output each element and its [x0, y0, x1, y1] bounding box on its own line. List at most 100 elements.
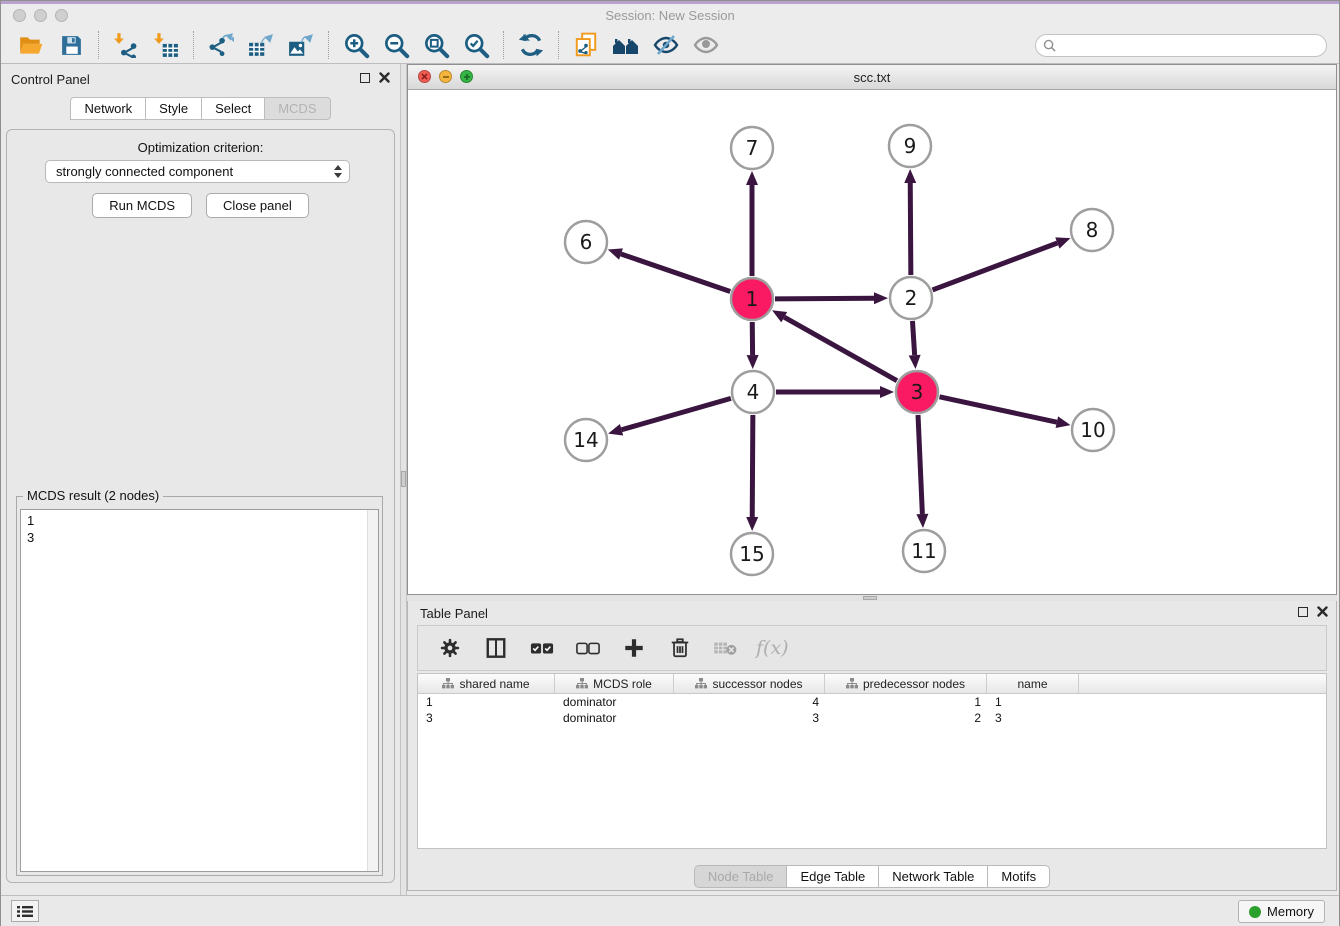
tab-style[interactable]: Style	[145, 97, 201, 120]
graph-edge-3-1[interactable]	[784, 317, 897, 381]
graph-node-11[interactable]: 11	[903, 530, 945, 572]
graph-node-10[interactable]: 10	[1072, 409, 1114, 451]
graph-edge-2-3[interactable]	[912, 321, 914, 355]
select-all-rows-icon[interactable]	[526, 631, 558, 665]
tab-edge-table[interactable]: Edge Table	[786, 865, 878, 888]
tab-network[interactable]: Network	[70, 97, 145, 120]
graph-edge-2-9[interactable]	[910, 183, 911, 275]
show-columns-icon[interactable]	[480, 631, 512, 665]
toolbar-separator	[98, 31, 99, 59]
task-history-button[interactable]	[11, 900, 39, 922]
vertical-splitter[interactable]	[400, 64, 407, 895]
open-session-icon[interactable]	[11, 29, 51, 61]
search-input[interactable]	[1035, 34, 1327, 57]
graph-node-6[interactable]: 6	[565, 221, 607, 263]
table-row[interactable]: 1 dominator 4 1 1	[418, 694, 1326, 710]
table-row[interactable]: 3 dominator 3 2 3	[418, 710, 1326, 726]
import-table-icon[interactable]	[146, 29, 186, 61]
main-toolbar	[1, 27, 1339, 64]
destroy-table-icon[interactable]	[710, 631, 742, 665]
control-panel-float-icon[interactable]	[360, 73, 370, 83]
zoom-fit-icon[interactable]	[416, 29, 456, 61]
import-network-icon[interactable]	[106, 29, 146, 61]
table-panel-float-icon[interactable]	[1298, 607, 1308, 617]
column-header-predecessor-nodes[interactable]: predecessor nodes	[825, 674, 987, 693]
graph-edge-4-14[interactable]	[622, 398, 731, 429]
graph-edge-1-2[interactable]	[775, 298, 874, 299]
control-panel-title: Control Panel	[11, 72, 90, 87]
apply-preferred-layout-icon[interactable]	[511, 29, 551, 61]
cell-predecessor-nodes[interactable]: 2	[825, 710, 987, 726]
search-icon	[1043, 39, 1056, 57]
cell-name[interactable]: 3	[987, 710, 1079, 726]
svg-text:4: 4	[747, 380, 760, 404]
graph-edge-3-11[interactable]	[918, 415, 922, 514]
vertical-splitter-grip[interactable]	[401, 471, 406, 487]
cell-predecessor-nodes[interactable]: 1	[825, 694, 987, 710]
column-type-icon	[576, 678, 588, 689]
export-table-icon[interactable]	[241, 29, 281, 61]
show-all-network-views-icon[interactable]	[606, 29, 646, 61]
graph-node-9[interactable]: 9	[889, 125, 931, 167]
optimization-criterion-select[interactable]: strongly connected component	[45, 160, 350, 183]
svg-text:6: 6	[580, 230, 593, 254]
cell-mcds-role[interactable]: dominator	[555, 694, 674, 710]
tab-select[interactable]: Select	[201, 97, 264, 120]
memory-status-icon	[1249, 906, 1261, 918]
svg-text:8: 8	[1086, 218, 1099, 242]
graph-node-14[interactable]: 14	[565, 419, 607, 461]
graph-node-2[interactable]: 2	[890, 277, 932, 319]
graph-edge-2-8[interactable]	[933, 243, 1058, 290]
tab-motifs[interactable]: Motifs	[987, 865, 1050, 888]
cell-successor-nodes[interactable]: 4	[674, 694, 825, 710]
column-header-mcds-role[interactable]: MCDS role	[555, 674, 674, 693]
column-header-successor-nodes[interactable]: successor nodes	[674, 674, 825, 693]
graph-edge-1-6[interactable]	[621, 254, 730, 292]
save-session-icon[interactable]	[51, 29, 91, 61]
tab-network-table[interactable]: Network Table	[878, 865, 987, 888]
tab-node-table[interactable]: Node Table	[694, 865, 787, 888]
search-field-wrap	[1035, 34, 1327, 57]
deselect-all-rows-icon[interactable]	[572, 631, 604, 665]
cell-mcds-role[interactable]: dominator	[555, 710, 674, 726]
toolbar-separator	[558, 31, 559, 59]
graph-node-1[interactable]: 1	[731, 278, 773, 320]
mcds-result-scrollbar[interactable]	[367, 510, 378, 871]
hide-graphics-details-icon[interactable]	[646, 29, 686, 61]
graph-node-4[interactable]: 4	[732, 371, 774, 413]
cell-shared-name[interactable]: 3	[418, 710, 555, 726]
graph-node-15[interactable]: 15	[731, 533, 773, 575]
column-type-icon	[695, 678, 707, 689]
export-network-icon[interactable]	[201, 29, 241, 61]
graph-edge-3-10[interactable]	[939, 397, 1056, 422]
network-canvas[interactable]: 7 9 6 8 1 2 4 3 14 10 15 11	[408, 90, 1336, 594]
close-panel-button[interactable]: Close panel	[206, 193, 309, 218]
graph-node-7[interactable]: 7	[731, 127, 773, 169]
export-image-icon[interactable]	[281, 29, 321, 61]
graph-edge-4-15[interactable]	[752, 415, 753, 517]
tab-mcds[interactable]: MCDS	[264, 97, 330, 120]
run-mcds-button[interactable]: Run MCDS	[92, 193, 192, 218]
column-header-shared-name[interactable]: shared name	[418, 674, 555, 693]
cell-successor-nodes[interactable]: 3	[674, 710, 825, 726]
graph-node-8[interactable]: 8	[1071, 209, 1113, 251]
table-panel-close-icon[interactable]	[1317, 606, 1328, 617]
zoom-out-icon[interactable]	[376, 29, 416, 61]
zoom-in-icon[interactable]	[336, 29, 376, 61]
zoom-selected-icon[interactable]	[456, 29, 496, 61]
show-graphics-details-icon[interactable]	[686, 29, 726, 61]
mcds-result-box[interactable]: 1 3	[20, 509, 379, 872]
duplicate-network-icon[interactable]	[566, 29, 606, 61]
memory-button[interactable]: Memory	[1238, 900, 1325, 923]
graph-node-3[interactable]: 3	[896, 371, 938, 413]
horizontal-splitter-grip[interactable]	[863, 596, 877, 600]
control-panel-close-icon[interactable]	[379, 72, 390, 83]
cell-shared-name[interactable]: 1	[418, 694, 555, 710]
function-builder-icon[interactable]: f(x)	[756, 637, 789, 659]
column-header-name[interactable]: name	[987, 674, 1079, 693]
network-view-titlebar[interactable]: scc.txt	[408, 65, 1336, 90]
add-row-icon[interactable]	[618, 631, 650, 665]
cell-name[interactable]: 1	[987, 694, 1079, 710]
table-settings-icon[interactable]	[434, 631, 466, 665]
delete-rows-icon[interactable]	[664, 631, 696, 665]
